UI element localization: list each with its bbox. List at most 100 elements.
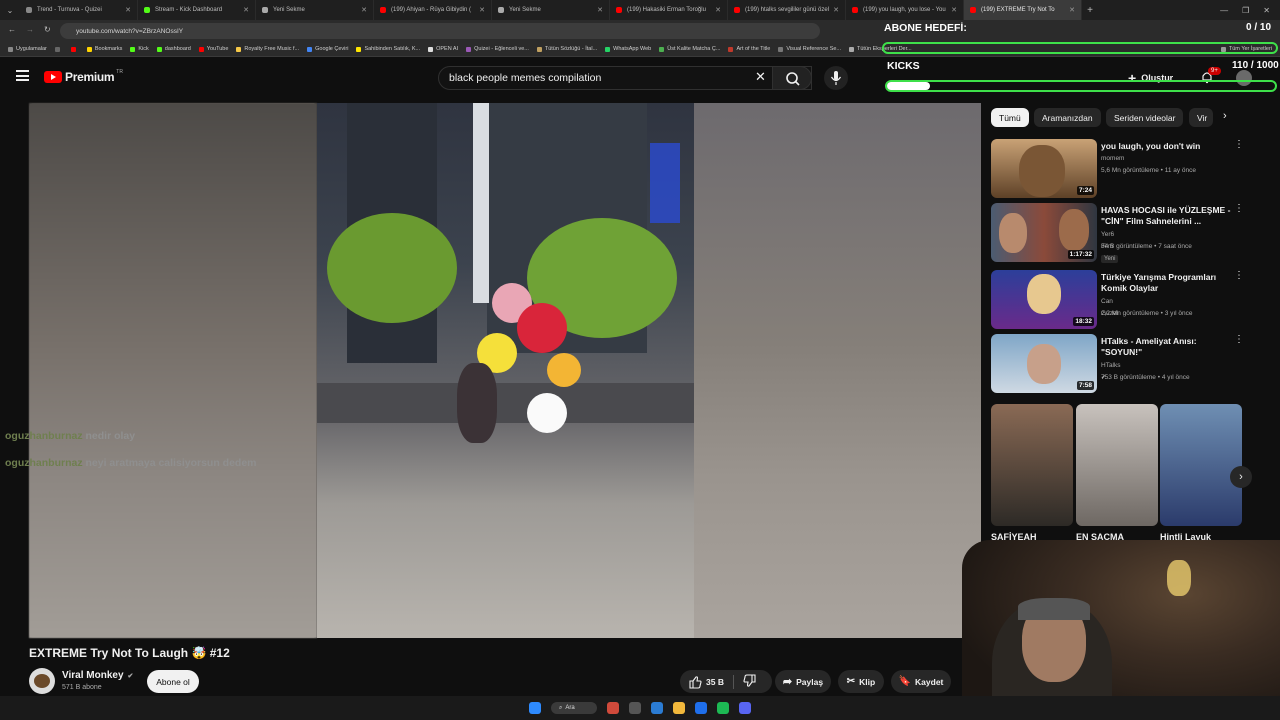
bookmark-item[interactable]: dashboard (156, 46, 191, 52)
bookmark-item[interactable]: Royalty Free Music f... (236, 46, 299, 52)
bookmark-item[interactable]: OPEN AI (428, 46, 458, 52)
window-close-icon[interactable]: ✕ (1263, 6, 1270, 15)
close-icon[interactable]: ✕ (125, 6, 131, 14)
duration-badge: 7:58 (1076, 381, 1094, 390)
close-icon[interactable]: ✕ (715, 6, 721, 14)
obs-icon[interactable] (629, 702, 641, 714)
close-icon[interactable]: ✕ (479, 6, 485, 14)
short-thumbnail[interactable] (991, 404, 1073, 526)
more-options-icon[interactable]: ⋮ (1234, 139, 1244, 150)
channel-avatar[interactable] (29, 668, 55, 694)
browser-tab-active[interactable]: (199) EXTREME Try Not To ✕ (964, 0, 1082, 20)
video-title[interactable]: HAVAS HOCASI ile YÜZLEŞME - "CİN" Film S… (1101, 205, 1231, 227)
clear-search-icon[interactable]: ✕ (755, 69, 766, 85)
recommended-video[interactable]: 18:32 Türkiye Yarışma Programları Komik … (991, 270, 1244, 329)
video-frame[interactable] (317, 103, 694, 638)
windows-taskbar: ⌕ Ara (0, 696, 1280, 720)
recommended-video[interactable]: 1:17:32 HAVAS HOCASI ile YÜZLEŞME - "CİN… (991, 203, 1244, 263)
short-thumbnail[interactable] (1076, 404, 1158, 526)
chip-from-search[interactable]: Aramanızdan (1034, 108, 1101, 127)
new-tab-icon[interactable]: + (1082, 5, 1098, 16)
video-thumbnail[interactable]: 7:58 (991, 334, 1097, 393)
spotify-icon[interactable] (717, 702, 729, 714)
browser-tab[interactable]: Yeni Sekme ✕ (256, 0, 374, 20)
url-bar[interactable]: youtube.com/watch?v=ZBrzANOssIY (60, 23, 820, 39)
bookmark-item[interactable]: Google Çeviri (307, 46, 348, 52)
close-icon[interactable]: ✕ (597, 6, 603, 14)
tab-label: Yeni Sekme (509, 7, 541, 13)
shorts-next-button[interactable]: › (1230, 466, 1252, 488)
search-button[interactable] (772, 66, 812, 90)
forward-icon[interactable]: → (26, 25, 34, 34)
menu-icon[interactable] (16, 70, 29, 81)
more-options-icon[interactable]: ⋮ (1234, 203, 1244, 214)
bookmark-item[interactable]: Bookmarks (86, 46, 122, 52)
more-options-icon[interactable]: ⋮ (1234, 270, 1244, 281)
bookmark-item[interactable]: Tütün Sözlüğü - İtal... (536, 46, 597, 52)
chrome-icon[interactable] (607, 702, 619, 714)
video-thumbnail[interactable]: 18:32 (991, 270, 1097, 329)
bookmark-item[interactable]: Quizei - Eğlenceli ve... (466, 46, 529, 52)
chip-all[interactable]: Tümü (991, 108, 1029, 127)
close-icon[interactable]: ✕ (243, 6, 249, 14)
close-icon[interactable]: ✕ (833, 6, 839, 14)
video-title[interactable]: you laugh, you don't win (1101, 141, 1231, 152)
bookmark-item[interactable]: Uygulamalar (8, 46, 47, 52)
share-button[interactable]: ➦ Paylaş (775, 670, 831, 693)
bookmark-item[interactable]: Kick (130, 46, 149, 52)
close-icon[interactable]: ✕ (951, 6, 957, 14)
logo-text: Premium (65, 70, 115, 84)
browser-tab[interactable]: (199) htalks sevgililer günü özel ✕ (728, 0, 846, 20)
chevron-right-icon[interactable]: › (1223, 110, 1227, 122)
chip-viral[interactable]: Vir (1189, 108, 1213, 127)
bookmark-item[interactable]: Visual Reference Se... (778, 46, 841, 52)
save-button[interactable]: 🔖 Kaydet (891, 670, 951, 693)
browser-tab[interactable]: (199) Ahiyan - Rüya Gibiydin (✕ (374, 0, 492, 20)
close-icon[interactable]: ✕ (361, 6, 367, 14)
video-title[interactable]: Türkiye Yarışma Programları Komik Olayla… (1101, 272, 1231, 294)
video-meta: 5,6 Mn görüntüleme • 11 ay önce (1101, 167, 1197, 174)
browser-tab[interactable]: Trend - Turnuva - Quizei ✕ (20, 0, 138, 20)
back-icon[interactable]: ← (8, 25, 16, 34)
bookmark-item[interactable]: Sahibinden Satılık, K... (356, 46, 420, 52)
store-icon[interactable] (651, 702, 663, 714)
chip-series[interactable]: Seriden videolar (1106, 108, 1184, 127)
video-thumbnail[interactable]: 7:24 (991, 139, 1097, 198)
tab-search-icon[interactable]: ⌄ (0, 0, 20, 20)
short-thumbnail[interactable] (1160, 404, 1242, 526)
youtube-logo[interactable]: Premium TR (44, 69, 123, 84)
more-options-icon[interactable]: ⋮ (1234, 334, 1244, 345)
close-icon[interactable]: ✕ (1069, 6, 1075, 14)
windows-start-icon[interactable] (529, 702, 541, 714)
bookmark-item[interactable]: Art of the Title (728, 46, 770, 52)
bookmark-item[interactable] (54, 46, 63, 52)
recommended-video[interactable]: 7:24 you laugh, you don't win momem 5,6 … (991, 139, 1244, 198)
browser-tab[interactable]: (199) you laugh, you lose - You ✕ (846, 0, 964, 20)
browser-tab[interactable]: Stream - Kick Dashboard ✕ (138, 0, 256, 20)
tab-label: Stream - Kick Dashboard (155, 7, 223, 13)
minimize-icon[interactable]: — (1220, 6, 1228, 15)
apps-icon (8, 46, 13, 52)
bookmark-item[interactable] (70, 46, 79, 52)
voice-search-button[interactable] (824, 66, 848, 90)
bookmark-item[interactable]: Üst Kalite Matcha Ç... (659, 46, 720, 52)
dislike-button[interactable] (743, 673, 757, 690)
subscribe-button[interactable]: Abone ol (147, 670, 199, 693)
browser-tab[interactable]: Yeni Sekme ✕ (492, 0, 610, 20)
channel-name[interactable]: momem (1101, 153, 1124, 165)
bookmark-item[interactable]: WhatsApp Web (605, 46, 651, 52)
video-thumbnail[interactable]: 1:17:32 (991, 203, 1097, 262)
reload-icon[interactable]: ↻ (44, 25, 51, 34)
discord-icon[interactable] (739, 702, 751, 714)
folder-icon[interactable] (673, 702, 685, 714)
browser-tab[interactable]: (199) Hakasiki Erman Toroğlu ✕ (610, 0, 728, 20)
bookmark-item[interactable]: YouTube (198, 46, 228, 52)
channel-name[interactable]: Viral Monkey ✔ (62, 670, 133, 681)
recommended-video[interactable]: 7:58 HTalks - Ameliyat Anısı: "SOYUN!" H… (991, 334, 1244, 393)
like-button[interactable]: 35 B (688, 675, 724, 689)
maximize-icon[interactable]: ❐ (1242, 6, 1249, 15)
video-title[interactable]: HTalks - Ameliyat Anısı: "SOYUN!" (1101, 336, 1231, 358)
clip-button[interactable]: ✂ Klip (838, 670, 884, 693)
taskbar-search[interactable]: ⌕ Ara (551, 702, 597, 714)
edge-icon[interactable] (695, 702, 707, 714)
